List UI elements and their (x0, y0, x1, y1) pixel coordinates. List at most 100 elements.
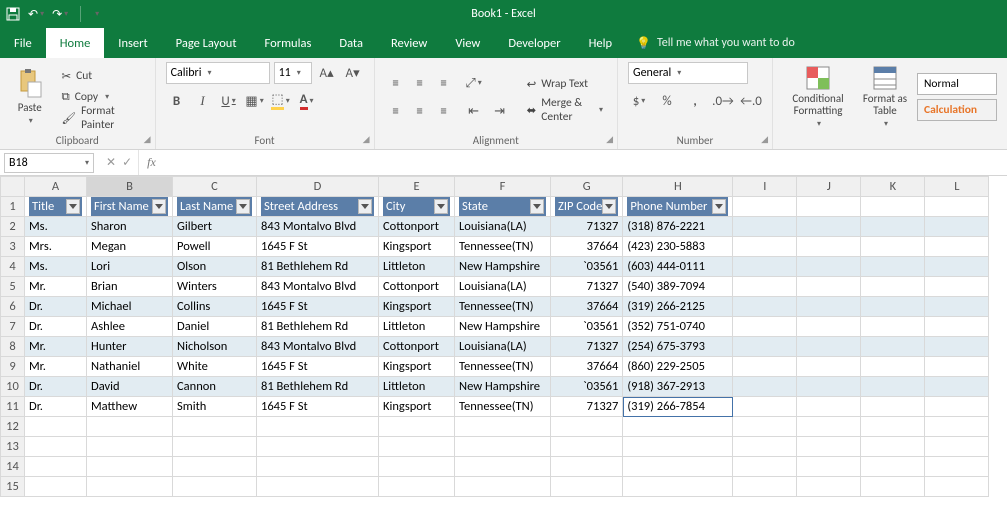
filter-icon[interactable] (530, 199, 544, 214)
increase-indent-icon[interactable]: ⇥ (489, 100, 511, 122)
enter-icon[interactable]: ✓ (122, 155, 132, 170)
tab-insert[interactable]: Insert (104, 28, 161, 58)
row-header-2[interactable]: 2 (1, 217, 25, 237)
cell[interactable] (25, 417, 87, 437)
font-size-combo[interactable]: 11▾ (274, 62, 312, 84)
row-header-8[interactable]: 8 (1, 337, 25, 357)
tab-view[interactable]: View (441, 28, 494, 58)
font-color-button[interactable]: A▾ (296, 90, 318, 112)
cell[interactable]: 81 Bethlehem Rd (257, 377, 379, 397)
increase-font-icon[interactable]: A▴ (316, 62, 338, 84)
cell[interactable] (87, 437, 173, 457)
cell[interactable] (925, 257, 989, 277)
format-painter-button[interactable]: 🖌Format Painter (57, 108, 144, 128)
cell[interactable] (861, 357, 925, 377)
cell[interactable]: Michael (87, 297, 173, 317)
cell[interactable] (861, 397, 925, 417)
decrease-indent-icon[interactable]: ⇤ (463, 100, 485, 122)
number-format-combo[interactable]: General▾ (628, 62, 748, 84)
cell[interactable] (173, 457, 257, 477)
cell[interactable]: Dr. (25, 317, 87, 337)
cell[interactable]: Nicholson (173, 337, 257, 357)
cell[interactable] (25, 477, 87, 497)
cell[interactable]: 843 Montalvo Blvd (257, 277, 379, 297)
cell[interactable] (551, 437, 623, 457)
cell[interactable]: Dr. (25, 297, 87, 317)
row-header-9[interactable]: 9 (1, 357, 25, 377)
row-header-1[interactable]: 1 (1, 197, 25, 217)
italic-button[interactable]: I (192, 90, 214, 112)
cell[interactable]: Cottonport (379, 217, 455, 237)
cell[interactable]: 71327 (551, 397, 623, 417)
col-header-L[interactable]: L (925, 177, 989, 197)
cell[interactable] (861, 437, 925, 457)
cell[interactable] (797, 277, 861, 297)
cell[interactable]: Tennessee(TN) (455, 237, 551, 257)
cell[interactable]: Smith (173, 397, 257, 417)
cell[interactable]: White (173, 357, 257, 377)
cell[interactable] (733, 417, 797, 437)
style-normal[interactable]: Normal (917, 73, 997, 95)
tab-developer[interactable]: Developer (494, 28, 574, 58)
percent-icon[interactable]: % (656, 90, 678, 112)
cell[interactable]: Mrs. (25, 237, 87, 257)
cell[interactable] (551, 417, 623, 437)
cell[interactable] (925, 437, 989, 457)
cell[interactable] (925, 477, 989, 497)
cell[interactable] (733, 197, 797, 217)
wrap-text-button[interactable]: ↩Wrap Text (523, 74, 607, 94)
cell[interactable] (925, 337, 989, 357)
cell[interactable] (379, 437, 455, 457)
col-header-G[interactable]: G (551, 177, 623, 197)
cell[interactable] (861, 257, 925, 277)
cell[interactable]: New Hampshire (455, 317, 551, 337)
cell[interactable]: Tennessee(TN) (455, 297, 551, 317)
cell[interactable] (925, 197, 989, 217)
comma-icon[interactable]: , (684, 90, 706, 112)
cell[interactable] (797, 457, 861, 477)
table-header-cell[interactable]: Last Name (173, 197, 257, 217)
cell[interactable] (257, 477, 379, 497)
cell[interactable] (797, 377, 861, 397)
align-center-icon[interactable]: ≡ (409, 100, 431, 122)
cell[interactable]: Littleton (379, 257, 455, 277)
row-header-4[interactable]: 4 (1, 257, 25, 277)
cell[interactable] (861, 377, 925, 397)
cell[interactable] (733, 297, 797, 317)
cell[interactable]: Cannon (173, 377, 257, 397)
tab-home[interactable]: Home (46, 28, 105, 58)
cell[interactable] (797, 477, 861, 497)
cell[interactable]: Lori (87, 257, 173, 277)
cell[interactable] (733, 237, 797, 257)
cell[interactable]: Tennessee(TN) (455, 357, 551, 377)
bold-button[interactable]: B (166, 90, 188, 112)
cell[interactable]: 37664 (551, 297, 623, 317)
save-icon[interactable] (6, 7, 20, 21)
cell[interactable]: (603) 444-0111 (623, 257, 733, 277)
cell[interactable] (861, 317, 925, 337)
cancel-icon[interactable]: ✕ (106, 155, 116, 170)
cell[interactable]: Powell (173, 237, 257, 257)
cell[interactable] (379, 417, 455, 437)
accounting-icon[interactable]: $▾ (628, 90, 650, 112)
font-name-combo[interactable]: Calibri▾ (166, 62, 270, 84)
cell[interactable] (87, 457, 173, 477)
cell[interactable]: David (87, 377, 173, 397)
filter-icon[interactable] (602, 199, 616, 214)
cell[interactable]: 37664 (551, 357, 623, 377)
cell[interactable] (925, 377, 989, 397)
cell[interactable] (623, 417, 733, 437)
format-as-table-button[interactable]: Format as Table▾ (857, 65, 913, 129)
row-header-11[interactable]: 11 (1, 397, 25, 417)
table-header-cell[interactable]: State (455, 197, 551, 217)
cell[interactable] (797, 257, 861, 277)
decrease-font-icon[interactable]: A▾ (342, 62, 364, 84)
cell[interactable] (925, 357, 989, 377)
cell[interactable]: 1645 F St (257, 397, 379, 417)
cell[interactable]: `03561 (551, 257, 623, 277)
select-all-corner[interactable] (1, 177, 25, 197)
align-left-icon[interactable]: ≡ (385, 100, 407, 122)
cell[interactable] (861, 457, 925, 477)
cell[interactable] (797, 397, 861, 417)
cell[interactable]: Ms. (25, 217, 87, 237)
